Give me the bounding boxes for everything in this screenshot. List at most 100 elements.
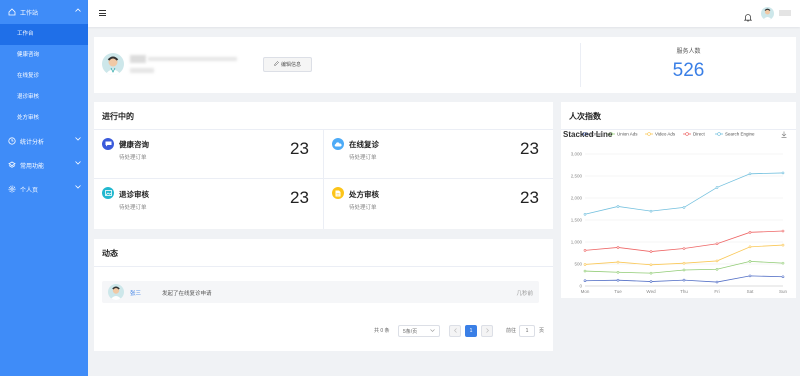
y-tick-label: 1,000 <box>571 240 583 245</box>
chevron-right-icon <box>485 327 489 335</box>
x-tick-label: Thu <box>680 289 688 294</box>
legend-item[interactable]: Direct <box>683 132 706 137</box>
profile-detail-placeholder <box>130 68 154 73</box>
data-point[interactable] <box>781 261 785 265</box>
data-point[interactable] <box>748 245 752 249</box>
data-point[interactable] <box>715 242 719 246</box>
data-point[interactable] <box>748 274 752 278</box>
sidebar-group-label: 常用功能 <box>20 163 45 170</box>
data-point[interactable] <box>748 260 752 263</box>
username-placeholder[interactable] <box>779 10 791 16</box>
activity-action: 发起了在线复诊申请 <box>162 291 212 297</box>
profile-panel: 编辑信息 服务人数 526 <box>94 37 796 93</box>
service-count-label: 服务人数 <box>676 49 701 55</box>
data-point[interactable] <box>583 269 587 273</box>
data-point[interactable] <box>682 278 686 282</box>
card-subtitle: 待处理订单 <box>119 205 147 211</box>
y-tick-label: 2,500 <box>571 174 583 179</box>
sidebar-item-workbench[interactable]: 工作台 <box>0 24 88 45</box>
data-point[interactable] <box>715 267 719 271</box>
line-chart: 0 500 1,000 1,500 2,000 2,500 3,000 Mon Tue Wed Th… <box>563 130 787 294</box>
data-point[interactable] <box>682 268 686 272</box>
sidebar-group-label: 统计分析 <box>20 139 45 146</box>
data-point[interactable] <box>781 275 785 279</box>
menu-toggle-icon[interactable] <box>99 10 106 16</box>
sidebar-group-common[interactable]: 常用功能 <box>0 153 88 177</box>
data-point[interactable] <box>649 263 653 267</box>
data-point[interactable] <box>616 260 620 264</box>
next-page-button[interactable] <box>481 325 493 337</box>
card-title: 处方审核 <box>349 190 379 199</box>
data-point[interactable] <box>715 280 719 284</box>
data-point[interactable] <box>781 243 785 247</box>
data-point[interactable] <box>649 280 653 283</box>
profile-name-placeholder <box>130 55 146 63</box>
chevron-down-icon <box>430 328 435 334</box>
data-point[interactable] <box>616 270 620 274</box>
legend-item[interactable]: Video Ads <box>645 132 676 137</box>
data-point[interactable] <box>649 209 653 213</box>
data-point[interactable] <box>715 186 719 189</box>
data-point[interactable] <box>748 172 752 176</box>
chevron-left-icon <box>453 327 457 335</box>
data-point[interactable] <box>748 231 752 234</box>
document-icon <box>332 187 344 199</box>
data-point[interactable] <box>583 212 587 216</box>
legend-item[interactable]: Search Engine <box>715 132 755 137</box>
data-point[interactable] <box>781 229 785 233</box>
sidebar-group-personal[interactable]: 个人页 <box>0 177 88 201</box>
image-icon <box>102 187 114 199</box>
avatar <box>108 284 124 300</box>
page-size-select[interactable]: 5条/页 <box>398 325 440 337</box>
chart-title: Stacked Line <box>563 130 613 139</box>
data-point[interactable] <box>649 250 653 253</box>
avatar[interactable] <box>761 7 774 20</box>
activity-row[interactable]: 张三 发起了在线复诊申请 几秒前 <box>102 281 539 303</box>
sidebar-group-workbench[interactable]: 工作站 <box>0 0 88 24</box>
sidebar-item-online-revisit[interactable]: 在线复诊 <box>0 66 88 87</box>
sidebar-item-label: 在线复诊 <box>17 73 40 79</box>
data-point[interactable] <box>781 171 785 175</box>
x-tick-label: Mon <box>581 289 590 294</box>
edit-info-label: 编辑信息 <box>280 62 301 68</box>
y-tick-label: 1,500 <box>571 218 583 223</box>
data-point[interactable] <box>583 263 587 266</box>
sidebar-item-health-consult[interactable]: 健康咨询 <box>0 45 88 66</box>
gear-icon <box>7 185 16 194</box>
data-point[interactable] <box>682 247 686 250</box>
sidebar-item-prescription-review[interactable]: 处方审核 <box>0 108 88 129</box>
chevron-down-icon <box>75 137 81 143</box>
prev-page-button[interactable] <box>449 325 461 337</box>
bell-icon[interactable] <box>743 9 753 27</box>
data-point[interactable] <box>649 271 653 275</box>
divider <box>94 266 553 267</box>
data-point[interactable] <box>616 205 620 208</box>
save-image-icon[interactable] <box>781 131 787 138</box>
card-title: 健康咨询 <box>119 140 149 149</box>
goto-unit: 页 <box>539 328 545 334</box>
layers-icon <box>7 161 16 170</box>
data-point[interactable] <box>715 259 719 263</box>
sidebar-item-withdraw-review[interactable]: 退诊审核 <box>0 87 88 108</box>
card-count: 23 <box>520 139 539 158</box>
y-tick-label: 0 <box>579 284 582 289</box>
ongoing-title: 进行中的 <box>102 112 134 121</box>
activity-time: 几秒前 <box>516 291 533 297</box>
data-point[interactable] <box>616 278 620 282</box>
page-number-button[interactable]: 1 <box>465 325 477 337</box>
edit-info-button[interactable]: 编辑信息 <box>263 57 312 72</box>
data-point[interactable] <box>583 249 587 252</box>
y-tick-label: 2,000 <box>571 196 583 201</box>
y-tick-label: 3,000 <box>571 152 583 157</box>
data-point[interactable] <box>682 261 686 265</box>
data-point[interactable] <box>616 246 620 249</box>
data-point[interactable] <box>682 206 686 209</box>
activity-user-name[interactable]: 张三 <box>130 289 141 297</box>
profile-info-placeholder <box>148 57 237 61</box>
sidebar-item-label: 处方审核 <box>17 115 40 121</box>
goto-page-input[interactable]: 1 <box>519 325 535 337</box>
data-point[interactable] <box>583 279 587 283</box>
chevron-down-icon <box>75 161 81 167</box>
legend-label: Video Ads <box>655 132 676 137</box>
sidebar-group-stats[interactable]: 统计分析 <box>0 129 88 153</box>
